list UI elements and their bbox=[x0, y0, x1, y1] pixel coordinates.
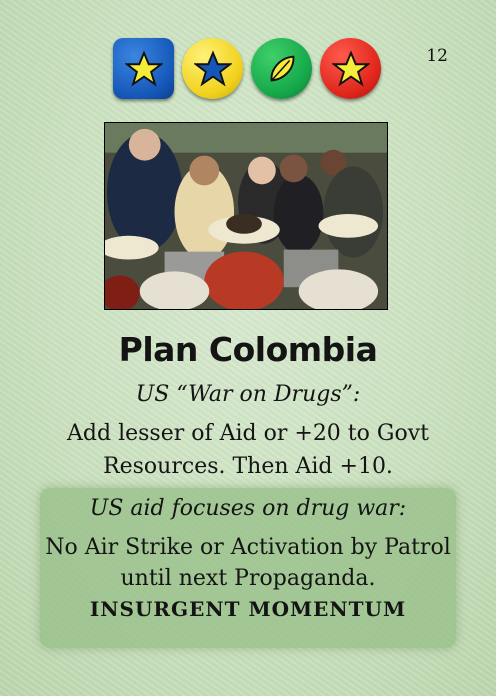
star-icon bbox=[193, 49, 232, 87]
shaded-text: No Air Strike or Activation by Patrol un… bbox=[45, 535, 451, 591]
leaf-icon bbox=[270, 55, 294, 81]
card-title: Plan Colombia bbox=[118, 330, 378, 369]
star-icon bbox=[331, 49, 370, 87]
faction-cartels-badge bbox=[251, 38, 312, 99]
event-heading: US “War on Drugs”: bbox=[135, 382, 361, 407]
faction-order bbox=[113, 38, 381, 99]
faction-farc-badge bbox=[182, 38, 243, 99]
star-icon bbox=[124, 49, 163, 87]
card-photo bbox=[104, 122, 388, 310]
event-card[interactable]: 12 Plan Colombia US “War on Drugs”: Add … bbox=[0, 0, 496, 696]
faction-government-badge bbox=[113, 38, 174, 99]
event-text: Add lesser of Aid or +20 to Govt Resourc… bbox=[67, 421, 429, 479]
faction-auc-badge bbox=[320, 38, 381, 99]
shaded-heading: US aid focuses on drug war: bbox=[89, 496, 407, 521]
momentum-label: INSURGENT MOMENTUM bbox=[89, 597, 407, 621]
card-number: 12 bbox=[426, 46, 448, 66]
